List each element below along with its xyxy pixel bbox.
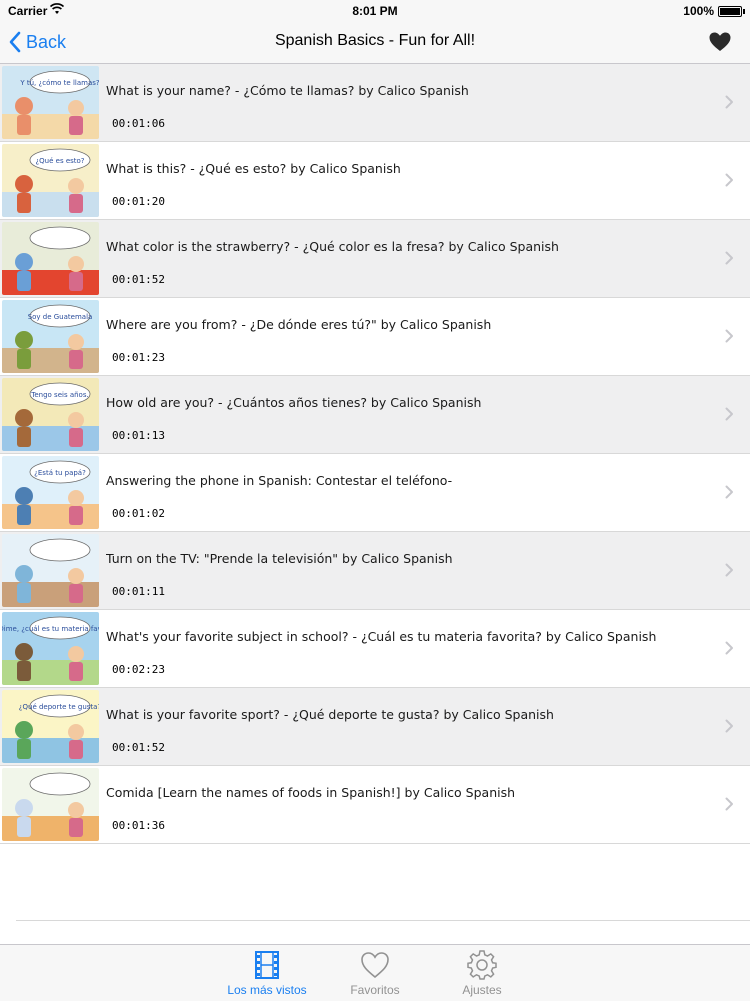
- video-duration: 00:01:11: [112, 585, 165, 598]
- thumbnail-caption: Dime, ¿cuál es tu materia favorita?: [2, 625, 99, 633]
- thumbnail-caption: ¿Qué es esto?: [35, 157, 84, 165]
- chevron-right-icon: [725, 407, 733, 421]
- video-duration: 00:01:36: [112, 819, 165, 832]
- video-row[interactable]: ¿Qué es esto? What is this? - ¿Qué es est…: [0, 142, 750, 220]
- chevron-right-icon: [725, 95, 733, 109]
- tab-label: Los más vistos: [227, 983, 307, 997]
- video-row[interactable]: Dime, ¿cuál es tu materia favorita? What'…: [0, 610, 750, 688]
- video-duration: 00:01:20: [112, 195, 165, 208]
- list-end-divider: [16, 920, 750, 921]
- video-duration: 00:02:23: [112, 663, 165, 676]
- video-duration: 00:01:23: [112, 351, 165, 364]
- video-title: What is your name? - ¿Cómo te llamas? by…: [106, 83, 469, 98]
- video-row[interactable]: Turn on the TV: "Prende la televisión" b…: [0, 532, 750, 610]
- video-row[interactable]: Tengo seis años. How old are you? - ¿Cuán…: [0, 376, 750, 454]
- film-icon: [255, 951, 279, 979]
- chevron-right-icon: [725, 563, 733, 577]
- chevron-right-icon: [725, 485, 733, 499]
- video-title: How old are you? - ¿Cuántos años tienes?…: [106, 395, 482, 410]
- tab-most-viewed[interactable]: Los más vistos: [222, 949, 312, 997]
- video-row[interactable]: Y tú, ¿cómo te llamas? What is your name?…: [0, 64, 750, 142]
- navigation-bar: Back Spanish Basics - Fun for All!: [0, 22, 750, 64]
- video-thumbnail: [2, 534, 99, 607]
- video-title: What is this? - ¿Qué es esto? by Calico …: [106, 161, 401, 176]
- chevron-right-icon: [725, 329, 733, 343]
- video-duration: 00:01:52: [112, 273, 165, 286]
- video-title: What's your favorite subject in school? …: [106, 629, 657, 644]
- video-row[interactable]: What color is the strawberry? - ¿Qué col…: [0, 220, 750, 298]
- tab-label: Ajustes: [462, 983, 502, 997]
- thumbnail-caption: ¿Qué deporte te gusta?: [19, 703, 99, 711]
- video-thumbnail: [2, 768, 99, 841]
- thumbnail-caption: Y tú, ¿cómo te llamas?: [19, 79, 99, 87]
- video-list: Y tú, ¿cómo te llamas? What is your name?…: [0, 64, 750, 844]
- tab-settings[interactable]: Ajustes: [437, 949, 527, 997]
- tab-bar: Los más vistos Favoritos Ajustes: [0, 944, 750, 1001]
- favorite-heart-icon[interactable]: [708, 30, 732, 54]
- video-title: What color is the strawberry? - ¿Qué col…: [106, 239, 559, 254]
- video-row[interactable]: ¿Qué deporte te gusta? What is your favor…: [0, 688, 750, 766]
- heart-outline-icon: [361, 952, 389, 979]
- video-thumbnail: Dime, ¿cuál es tu materia favorita?: [2, 612, 99, 685]
- video-thumbnail: Tengo seis años.: [2, 378, 99, 451]
- video-thumbnail: ¿Qué deporte te gusta?: [2, 690, 99, 763]
- chevron-right-icon: [725, 251, 733, 265]
- video-row[interactable]: Comida [Learn the names of foods in Span…: [0, 766, 750, 844]
- chevron-right-icon: [725, 641, 733, 655]
- status-time: 8:01 PM: [352, 4, 398, 18]
- video-thumbnail: Soy de Guatemala: [2, 300, 99, 373]
- battery-percent: 100%: [683, 4, 714, 18]
- thumbnail-caption: ¿Está tu papá?: [34, 469, 86, 477]
- thumbnail-caption: Soy de Guatemala: [28, 313, 93, 321]
- video-title: Where are you from? - ¿De dónde eres tú?…: [106, 317, 492, 332]
- status-bar: Carrier 8:01 PM 100%: [0, 0, 750, 22]
- video-title: Turn on the TV: "Prende la televisión" b…: [106, 551, 453, 566]
- tab-label: Favoritos: [350, 983, 400, 997]
- video-duration: 00:01:06: [112, 117, 165, 130]
- video-duration: 00:01:02: [112, 507, 165, 520]
- chevron-right-icon: [725, 173, 733, 187]
- page-title: Spanish Basics - Fun for All!: [274, 32, 476, 49]
- video-row[interactable]: Soy de Guatemala Where are you from? - ¿D…: [0, 298, 750, 376]
- tab-favorites[interactable]: Favoritos: [330, 949, 420, 997]
- video-duration: 00:01:13: [112, 429, 165, 442]
- chevron-right-icon: [725, 719, 733, 733]
- thumbnail-caption: Tengo seis años.: [30, 391, 88, 399]
- video-thumbnail: Y tú, ¿cómo te llamas?: [2, 66, 99, 139]
- battery-icon: [718, 6, 745, 17]
- video-row[interactable]: ¿Está tu papá? Answering the phone in Spa…: [0, 454, 750, 532]
- video-duration: 00:01:52: [112, 741, 165, 754]
- video-title: Answering the phone in Spanish: Contesta…: [106, 473, 453, 488]
- gear-icon: [467, 950, 497, 980]
- chevron-right-icon: [725, 797, 733, 811]
- video-thumbnail: [2, 222, 99, 295]
- video-title: What is your favorite sport? - ¿Qué depo…: [106, 707, 554, 722]
- video-thumbnail: ¿Qué es esto?: [2, 144, 99, 217]
- video-thumbnail: ¿Está tu papá?: [2, 456, 99, 529]
- video-title: Comida [Learn the names of foods in Span…: [106, 785, 516, 800]
